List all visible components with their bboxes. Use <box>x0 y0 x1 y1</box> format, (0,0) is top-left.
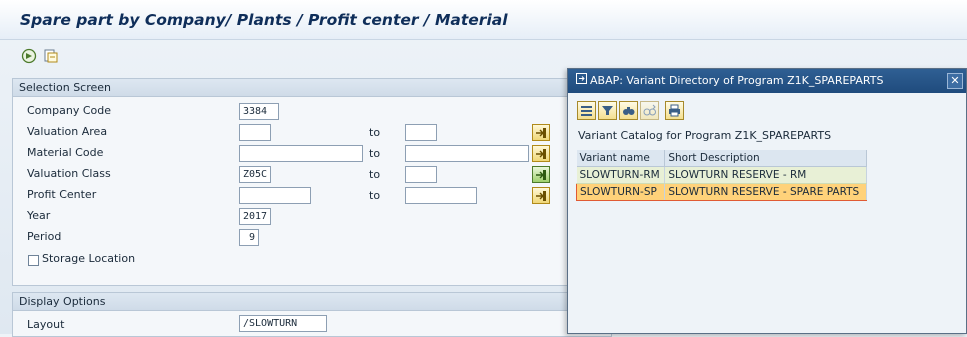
variant-name-cell[interactable]: SLOWTURN-RM <box>576 166 666 184</box>
variant-table-header: Variant name Short Description <box>576 150 867 167</box>
variant-description-cell[interactable]: SLOWTURN RESERVE - RM <box>664 166 867 184</box>
display-options-header: Display Options <box>13 293 611 311</box>
material-code-low-field[interactable] <box>239 145 363 162</box>
material-code-label: Material Code <box>27 146 104 159</box>
material-code-to-label: to <box>369 147 381 160</box>
valuation-class-label: Valuation Class <box>27 167 111 180</box>
layout-field[interactable]: /SLOWTURN <box>239 315 327 332</box>
arrow-right-icon <box>536 190 546 201</box>
valuation-area-low-field[interactable] <box>239 124 271 141</box>
get-variant-icon[interactable] <box>42 47 60 65</box>
material-code-multiple-selection-button[interactable] <box>532 145 550 162</box>
material-code-high-field[interactable] <box>405 145 529 162</box>
sort-ascending-button[interactable] <box>577 101 596 120</box>
printer-icon <box>669 104 680 117</box>
arrow-right-icon <box>536 169 546 180</box>
profit-center-to-label: to <box>369 189 381 202</box>
company-code-label: Company Code <box>27 104 111 117</box>
selection-screen-header: Selection Screen <box>13 79 611 97</box>
find-next-button[interactable] <box>640 101 659 120</box>
valuation-class-to-label: to <box>369 168 381 181</box>
column-header-short-description[interactable]: Short Description <box>664 150 867 167</box>
find-next-icon <box>643 104 656 116</box>
valuation-class-multiple-selection-button[interactable] <box>532 166 550 183</box>
selection-screen-group: Selection Screen Company Code 3384 Valua… <box>12 78 612 286</box>
layout-label: Layout <box>27 318 65 331</box>
valuation-class-high-field[interactable] <box>405 166 437 183</box>
year-field[interactable]: 2017 <box>239 208 271 225</box>
company-code-field[interactable]: 3384 <box>239 103 279 120</box>
table-row[interactable]: SLOWTURN-RM SLOWTURN RESERVE - RM <box>576 166 867 184</box>
variant-catalog-label: Variant Catalog for Program Z1K_SPAREPAR… <box>578 129 832 142</box>
valuation-class-low-field[interactable]: Z05C <box>239 166 271 183</box>
dialog-close-button[interactable]: ✕ <box>947 73 963 89</box>
dialog-window-icon <box>576 69 587 93</box>
print-button[interactable] <box>665 101 684 120</box>
column-header-variant-name[interactable]: Variant name <box>576 150 666 167</box>
storage-location-label: Storage Location <box>42 252 136 265</box>
app-toolbar <box>20 45 60 67</box>
arrow-right-icon <box>536 127 546 138</box>
dialog-title-bar: ABAP: Variant Directory of Program Z1K_S… <box>568 69 966 93</box>
filter-icon <box>602 106 613 115</box>
variant-name-cell[interactable]: SLOWTURN-SP <box>575 182 666 201</box>
storage-location-checkbox[interactable] <box>28 255 39 266</box>
valuation-area-label: Valuation Area <box>27 125 108 138</box>
variant-description-cell[interactable]: SLOWTURN RESERVE - SPARE PARTS <box>664 182 867 201</box>
variant-directory-dialog: ABAP: Variant Directory of Program Z1K_S… <box>567 68 967 334</box>
sort-ascending-icon <box>581 106 592 116</box>
profit-center-multiple-selection-button[interactable] <box>532 187 550 204</box>
arrow-right-icon <box>536 148 546 159</box>
dialog-toolbar <box>577 101 684 120</box>
execute-icon[interactable] <box>20 47 38 65</box>
dialog-title: ABAP: Variant Directory of Program Z1K_S… <box>590 74 884 87</box>
period-field[interactable]: 9 <box>239 229 259 246</box>
filter-button[interactable] <box>598 101 617 120</box>
year-label: Year <box>27 209 51 222</box>
variant-table: Variant name Short Description SLOWTURN-… <box>575 150 867 201</box>
valuation-area-multiple-selection-button[interactable] <box>532 124 550 141</box>
profit-center-high-field[interactable] <box>405 187 477 204</box>
profit-center-low-field[interactable] <box>239 187 311 204</box>
valuation-area-to-label: to <box>369 126 381 139</box>
profit-center-label: Profit Center <box>27 188 97 201</box>
display-options-group: Display Options Layout /SLOWTURN <box>12 292 612 337</box>
valuation-area-high-field[interactable] <box>405 124 437 141</box>
binoculars-icon <box>623 107 635 115</box>
title-bar: Spare part by Company/ Plants / Profit c… <box>0 0 967 40</box>
find-button[interactable] <box>619 101 638 120</box>
page-title: Spare part by Company/ Plants / Profit c… <box>20 11 508 29</box>
period-label: Period <box>27 230 62 243</box>
table-row-selected[interactable]: SLOWTURN-SP SLOWTURN RESERVE - SPARE PAR… <box>575 182 867 201</box>
